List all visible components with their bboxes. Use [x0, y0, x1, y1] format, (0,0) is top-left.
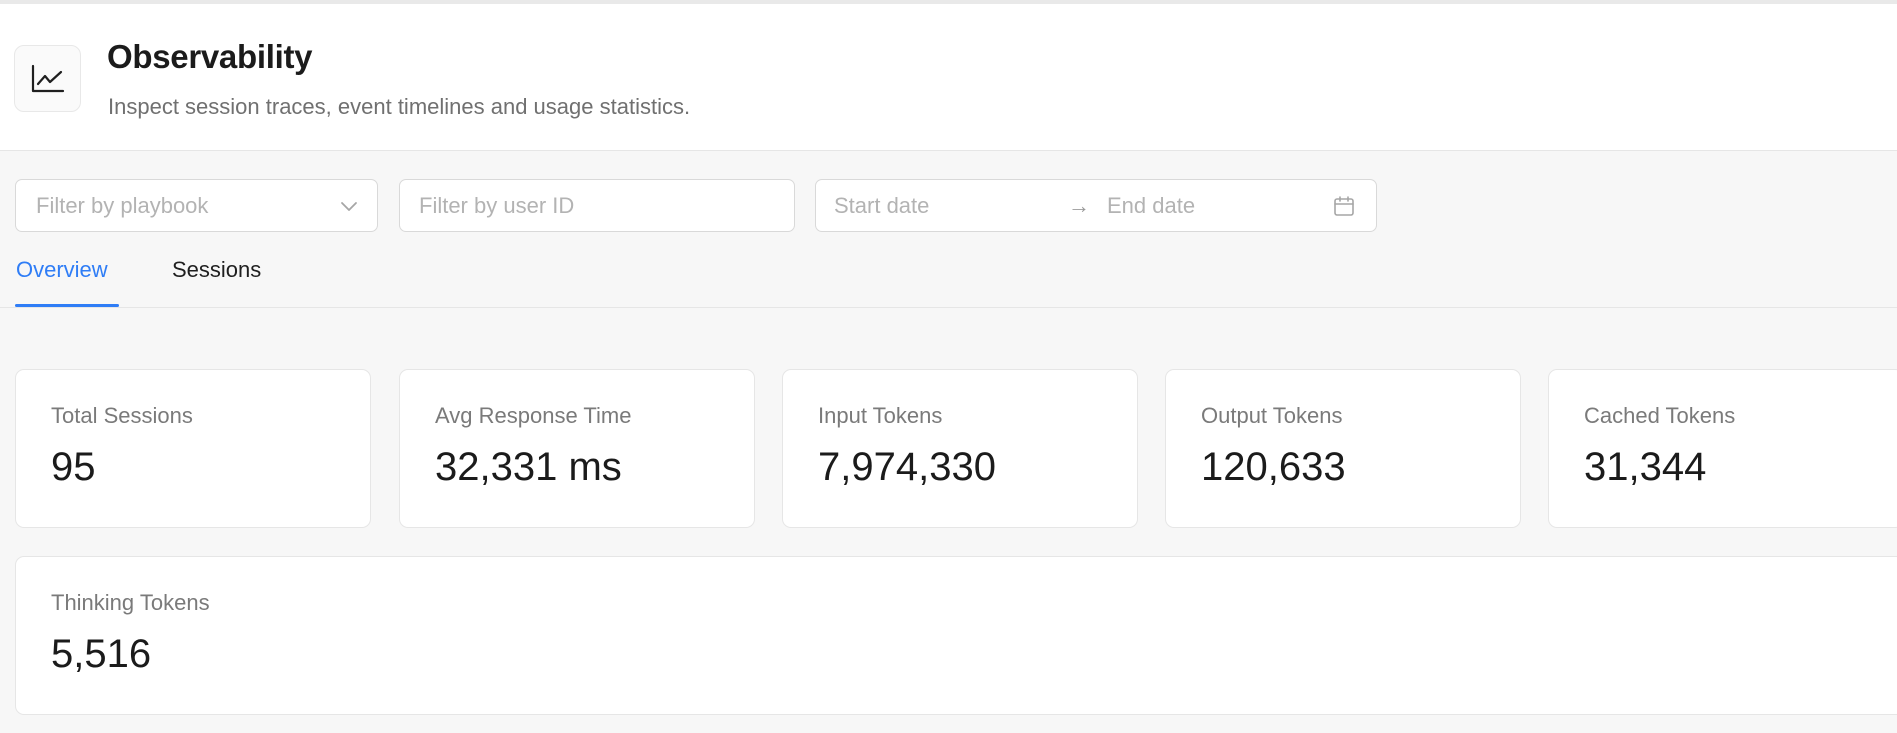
- user-id-filter-input[interactable]: Filter by user ID: [399, 179, 795, 232]
- playbook-filter-placeholder: Filter by playbook: [36, 193, 209, 218]
- date-range-picker[interactable]: Start date → End date: [815, 179, 1377, 232]
- stat-label: Total Sessions: [51, 403, 193, 428]
- stat-card-avg-response-time: Avg Response Time 32,331 ms: [399, 369, 755, 528]
- stat-card-input-tokens: Input Tokens 7,974,330: [782, 369, 1138, 528]
- stat-card-total-sessions: Total Sessions 95: [15, 369, 371, 528]
- tab-overview[interactable]: Overview: [16, 257, 108, 283]
- playbook-filter-select[interactable]: Filter by playbook: [15, 179, 378, 232]
- stat-value: 95: [51, 445, 96, 489]
- page-title: Observability: [107, 38, 313, 75]
- active-tab-indicator: [15, 304, 119, 307]
- stat-label: Thinking Tokens: [51, 590, 210, 615]
- stat-label: Output Tokens: [1201, 403, 1343, 428]
- stat-card-output-tokens: Output Tokens 120,633: [1165, 369, 1521, 528]
- tabs-divider: [0, 307, 1897, 308]
- stat-card-cached-tokens: Cached Tokens 31,344: [1548, 369, 1897, 528]
- user-id-filter-placeholder: Filter by user ID: [419, 193, 575, 218]
- stat-label: Input Tokens: [818, 403, 943, 428]
- stat-value: 120,633: [1201, 445, 1346, 489]
- page-header: Observability Inspect session traces, ev…: [0, 4, 1897, 151]
- stat-label: Avg Response Time: [435, 403, 632, 428]
- calendar-icon: [1332, 194, 1356, 224]
- stat-value: 7,974,330: [818, 445, 996, 489]
- end-date-input[interactable]: End date: [1107, 193, 1195, 219]
- stat-value: 5,516: [51, 632, 152, 676]
- page-subtitle: Inspect session traces, event timelines …: [108, 94, 691, 119]
- line-chart-icon: [14, 45, 81, 112]
- stat-value: 32,331 ms: [435, 445, 622, 489]
- tab-sessions[interactable]: Sessions: [172, 257, 261, 283]
- arrow-right-icon: →: [1068, 193, 1090, 218]
- chevron-down-icon: [339, 196, 359, 222]
- stat-label: Cached Tokens: [1584, 403, 1736, 428]
- start-date-input[interactable]: Start date: [834, 193, 929, 219]
- stat-card-thinking-tokens: Thinking Tokens 5,516: [15, 556, 1897, 715]
- stat-value: 31,344: [1584, 445, 1707, 489]
